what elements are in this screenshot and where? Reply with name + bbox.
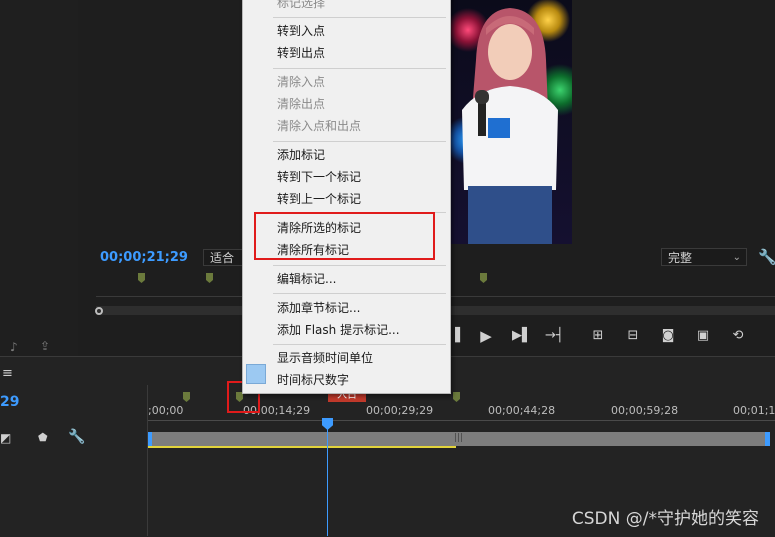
menu-item-clear-in[interactable]: 清除入点 [277,72,325,92]
timeline-wrench-icon[interactable]: 🔧 [68,429,85,445]
menu-item-next-marker[interactable]: 转到下一个标记 [277,167,361,187]
program-timecode[interactable]: 00;00;21;29 [100,250,188,265]
menu-separator [273,141,446,142]
lift-icon[interactable]: ⊞ [589,327,607,345]
quality-label: 完整 [668,251,693,265]
menu-item-prev-marker[interactable]: 转到上一个标记 [277,189,361,209]
menu-item-go-to-out[interactable]: 转到出点 [277,43,325,63]
timeline-timecode[interactable]: 29 [0,394,19,410]
menu-item-add-marker[interactable]: 添加标记 [277,145,325,165]
menu-separator [273,293,446,294]
person-image [462,8,558,244]
work-area-end-handle[interactable] [765,432,770,446]
menu-separator [273,17,446,18]
ruler-label: 00;00;59;28 [611,404,679,417]
quality-dropdown[interactable]: 完整 ⌄ [661,248,747,266]
menu-item-clear-out[interactable]: 清除出点 [277,94,325,114]
play-icon[interactable]: ▶ [477,327,495,345]
menu-item-edit-marker[interactable]: 编辑标记... [277,269,336,289]
playhead-line [327,418,328,536]
playhead-handle[interactable] [95,307,103,315]
watermark: CSDN @/*守护她的笑容 [571,509,759,529]
checkmark-icon [246,364,266,384]
menu-item-go-to-in[interactable]: 转到入点 [277,21,325,41]
extract-icon[interactable]: ⊟ [624,327,642,345]
wrench-icon[interactable]: 🔧 [758,248,775,266]
settings-icon[interactable]: ⟲ [729,327,747,345]
menu-item-clear-in-out[interactable]: 清除入点和出点 [277,116,361,136]
fit-dropdown[interactable]: 适合 [203,249,243,266]
menu-item-marker-select[interactable]: 标记选择 [277,0,325,13]
menu-item-add-chapter-marker[interactable]: 添加章节标记... [277,298,360,318]
compare-icon[interactable]: ▣ [694,327,712,345]
chevron-down-icon: ⌄ [732,252,741,263]
add-marker-icon[interactable]: ⬟ [38,431,48,444]
ruler-label: ;00;00 [148,404,184,417]
menu-separator [273,344,446,345]
menu-item-time-ruler-numbers[interactable]: 时间标尺数字 [277,370,349,390]
panel-menu-icon[interactable]: ≡ [2,366,13,381]
context-menu: 标记选择 转到入点 转到出点 清除入点 清除出点 清除入点和出点 添加标记 转到… [242,0,451,394]
ruler-label: 00;01;14 [733,404,775,417]
menu-item-show-audio-units[interactable]: 显示音频时间单位 [277,348,373,368]
go-to-out-icon[interactable]: →┤ [545,327,564,345]
work-area-start-handle[interactable] [148,432,152,446]
ruler-label: 00;00;44;28 [488,404,556,417]
step-forward-icon[interactable]: ▶▌ [512,327,532,345]
snap-icon[interactable]: ◩ [0,431,11,445]
render-bar [148,446,456,448]
export-frame-icon[interactable]: ◙ [659,327,677,345]
bar-grip-icon: ||| [454,433,464,443]
highlight-box [254,212,435,260]
source-panel: ♪ ⇪ [0,0,78,356]
export-icon[interactable]: ⇪ [40,339,50,353]
audio-icon[interactable]: ♪ [10,340,18,354]
menu-separator [273,68,446,69]
ruler-label: 00;00;29;29 [366,404,434,417]
menu-separator [273,265,446,266]
ruler-ticks [148,420,775,425]
menu-item-add-flash-marker[interactable]: 添加 Flash 提示标记... [277,320,400,340]
video-preview [448,0,572,244]
